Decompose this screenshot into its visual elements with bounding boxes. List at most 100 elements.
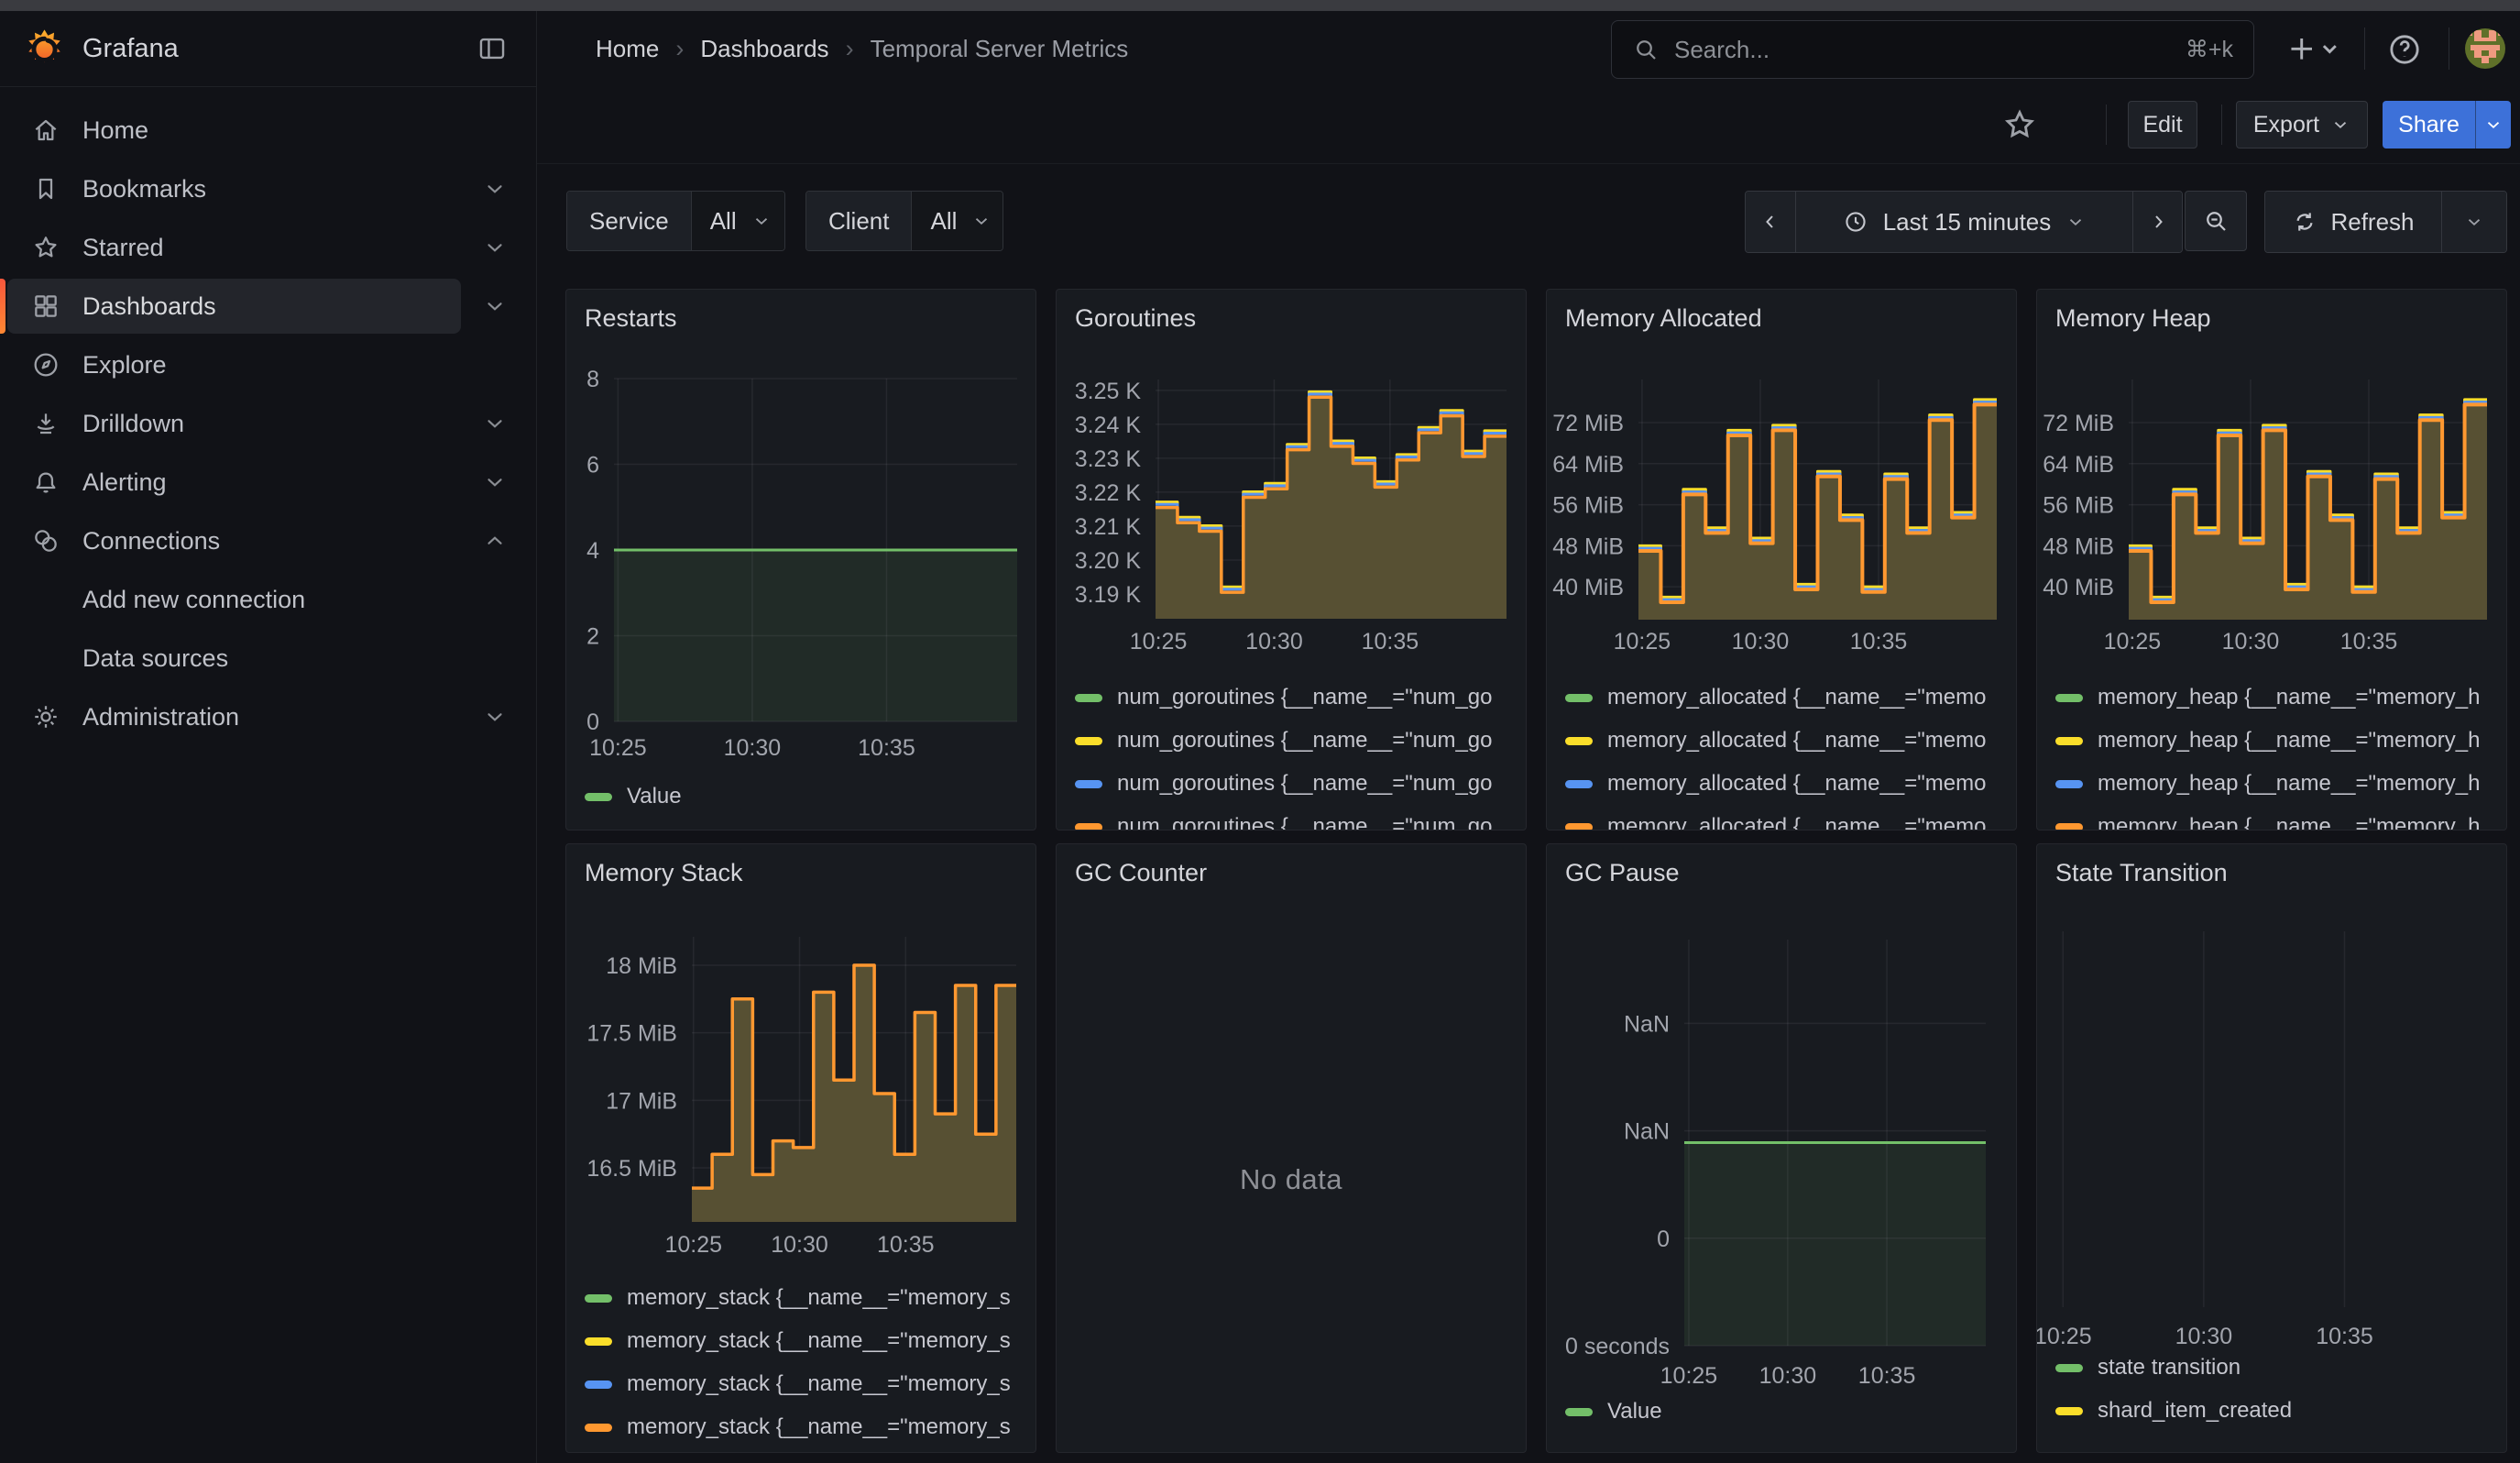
no-data-message: No data xyxy=(1057,1163,1526,1196)
sidebar-item-explore[interactable]: Explore xyxy=(7,337,461,392)
chevron-down-icon[interactable] xyxy=(483,470,507,494)
legend-item[interactable]: memory_heap {__name__="memory_h xyxy=(2055,813,2501,830)
breadcrumb-home[interactable]: Home xyxy=(596,35,659,63)
breadcrumb-dashboards[interactable]: Dashboards xyxy=(700,35,828,63)
time-shift-back-button[interactable] xyxy=(1746,192,1795,252)
legend-item[interactable]: memory_allocated {__name__="memo xyxy=(1565,770,2011,798)
panel-title[interactable]: GC Counter xyxy=(1075,859,1207,887)
zoom-out-button[interactable] xyxy=(2185,191,2247,251)
sidebar-item-administration[interactable]: Administration xyxy=(7,689,461,744)
zoom-out-icon xyxy=(2202,207,2230,235)
panel-title[interactable]: Memory Stack xyxy=(585,859,743,887)
sidebar-item-starred[interactable]: Starred xyxy=(7,220,461,275)
client-variable: Client All xyxy=(805,191,1003,251)
search-box[interactable]: ⌘+k xyxy=(1611,20,2254,79)
panel-title[interactable]: GC Pause xyxy=(1565,859,1680,887)
legend-label: Value xyxy=(1607,1399,1662,1424)
legend-item[interactable]: Value xyxy=(1565,1398,2011,1425)
sidebar-item-dashboards[interactable]: Dashboards xyxy=(7,279,461,334)
export-button[interactable]: Export xyxy=(2236,101,2368,148)
breadcrumb: Home › Dashboards › Temporal Server Metr… xyxy=(596,11,1128,86)
svg-text:2: 2 xyxy=(586,624,599,650)
chevron-left-icon xyxy=(1759,211,1781,233)
panel-legend: state transition shard_item_created xyxy=(2055,1354,2501,1440)
legend-item[interactable]: num_goroutines {__name__="num_go xyxy=(1075,813,1520,830)
favorite-star-icon[interactable] xyxy=(2001,106,2038,143)
panel-title[interactable]: Memory Heap xyxy=(2055,304,2211,333)
refresh-interval-button[interactable] xyxy=(2441,192,2506,252)
share-split-button[interactable]: Share xyxy=(2383,101,2511,148)
panel-title[interactable]: Goroutines xyxy=(1075,304,1196,333)
chevron-down-icon[interactable] xyxy=(483,236,507,259)
legend-item[interactable]: num_goroutines {__name__="num_go xyxy=(1075,770,1520,798)
sidebar-item-home[interactable]: Home xyxy=(7,103,461,158)
time-range-label: Last 15 minutes xyxy=(1883,208,2052,236)
time-range-picker[interactable]: Last 15 minutes xyxy=(1795,192,2132,252)
legend-item[interactable]: memory_stack {__name__="memory_s xyxy=(585,1327,1030,1355)
client-variable-value[interactable]: All xyxy=(912,192,1003,250)
svg-text:64 MiB: 64 MiB xyxy=(1552,452,1624,478)
panel-legend: memory_stack {__name__="memory_s memory_s… xyxy=(585,1284,1030,1453)
panel-legend: Value xyxy=(585,783,1030,826)
search-input[interactable] xyxy=(1672,35,2186,65)
svg-text:10:30: 10:30 xyxy=(771,1232,828,1258)
panel-legend: num_goroutines {__name__="num_go num_goro… xyxy=(1075,684,1520,830)
gc-pause-chart[interactable]: NaNNaN00 seconds10:2510:3010:35 xyxy=(1547,844,2017,1453)
help-icon[interactable] xyxy=(2386,31,2423,68)
share-button-label: Share xyxy=(2398,112,2460,138)
svg-text:18 MiB: 18 MiB xyxy=(606,953,677,979)
legend-item[interactable]: memory_stack {__name__="memory_s xyxy=(585,1370,1030,1398)
panel-legend: memory_heap {__name__="memory_h memory_he… xyxy=(2055,684,2501,830)
panel-title[interactable]: Memory Allocated xyxy=(1565,304,1762,333)
legend-item[interactable]: memory_allocated {__name__="memo xyxy=(1565,727,2011,754)
clock-icon xyxy=(1843,209,1868,235)
user-avatar[interactable] xyxy=(2463,27,2507,71)
time-range-controls: Last 15 minutes xyxy=(1745,191,2183,253)
sidebar-item-data-sources[interactable]: Data sources xyxy=(7,631,461,686)
chevron-down-icon xyxy=(2330,115,2350,135)
restarts-chart[interactable]: 8642010:2510:3010:35 xyxy=(566,290,1036,830)
legend-item[interactable]: shard_item_created xyxy=(2055,1397,2501,1424)
svg-text:10:25: 10:25 xyxy=(1130,629,1188,654)
chevron-down-icon[interactable] xyxy=(483,412,507,435)
sidebar-item-add-new-connection[interactable]: Add new connection xyxy=(7,572,461,627)
service-variable-value[interactable]: All xyxy=(692,192,785,250)
grafana-logo[interactable] xyxy=(24,28,65,70)
legend-item[interactable]: memory_heap {__name__="memory_h xyxy=(2055,727,2501,754)
chevron-down-icon[interactable] xyxy=(483,705,507,729)
search-icon xyxy=(1632,36,1660,63)
chevron-down-icon[interactable] xyxy=(483,177,507,201)
panel-title[interactable]: State Transition xyxy=(2055,859,2228,887)
sidebar-item-bookmarks[interactable]: Bookmarks xyxy=(7,161,461,216)
legend-item[interactable]: memory_heap {__name__="memory_h xyxy=(2055,770,2501,798)
legend-item[interactable]: Value xyxy=(585,783,1030,810)
legend-item[interactable]: memory_stack {__name__="memory_s xyxy=(585,1284,1030,1312)
legend-item[interactable]: memory_allocated {__name__="memo xyxy=(1565,813,2011,830)
legend-item[interactable]: memory_allocated {__name__="memo xyxy=(1565,684,2011,711)
sidebar-item-alerting[interactable]: Alerting xyxy=(7,455,461,510)
svg-text:72 MiB: 72 MiB xyxy=(1552,411,1624,436)
legend-item[interactable]: memory_heap {__name__="memory_h xyxy=(2055,684,2501,711)
panel-title[interactable]: Restarts xyxy=(585,304,677,333)
legend-item[interactable]: state transition xyxy=(2055,1354,2501,1381)
time-shift-forward-button[interactable] xyxy=(2132,192,2182,252)
legend-label: num_goroutines {__name__="num_go xyxy=(1117,814,1493,830)
service-variable-label: Service xyxy=(567,192,692,250)
share-options-button[interactable] xyxy=(2475,101,2511,148)
legend-item[interactable]: num_goroutines {__name__="num_go xyxy=(1075,684,1520,711)
export-button-label: Export xyxy=(2253,112,2319,138)
add-new-button[interactable] xyxy=(2285,31,2339,68)
legend-color-swatch xyxy=(585,1294,612,1303)
refresh-controls: Refresh xyxy=(2264,191,2507,253)
header-divider xyxy=(2364,28,2365,70)
dock-sidebar-icon[interactable] xyxy=(477,33,508,64)
refresh-button[interactable]: Refresh xyxy=(2265,192,2441,252)
sidebar-item-drilldown[interactable]: Drilldown xyxy=(7,396,461,451)
share-button[interactable]: Share xyxy=(2383,101,2475,148)
chevron-down-icon[interactable] xyxy=(483,294,507,318)
edit-button[interactable]: Edit xyxy=(2128,101,2197,148)
chevron-up-icon[interactable] xyxy=(483,529,507,553)
legend-item[interactable]: memory_stack {__name__="memory_s xyxy=(585,1414,1030,1441)
legend-item[interactable]: num_goroutines {__name__="num_go xyxy=(1075,727,1520,754)
sidebar-item-connections[interactable]: Connections xyxy=(7,513,461,568)
